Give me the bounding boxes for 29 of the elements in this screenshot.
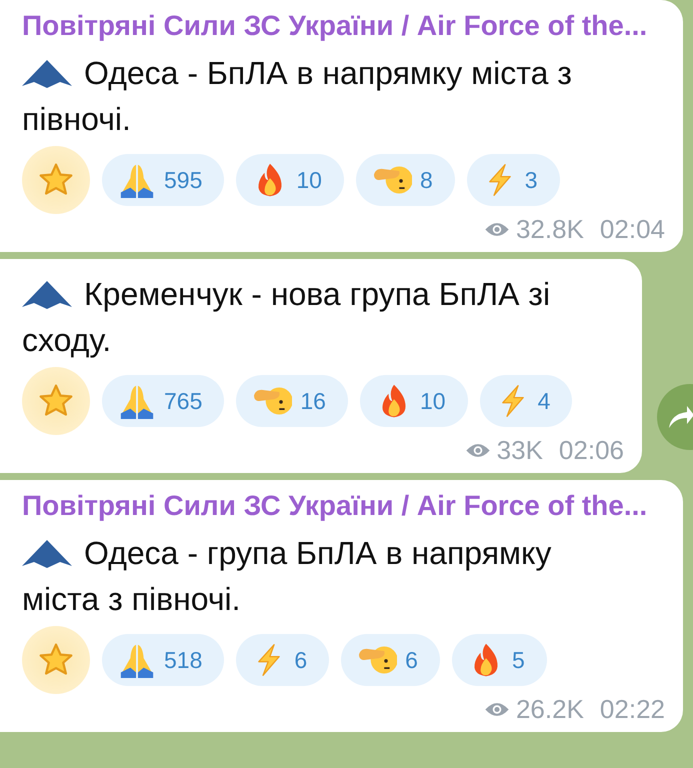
drone-icon xyxy=(22,60,72,88)
eye-icon xyxy=(464,442,491,458)
reaction-button[interactable]: 6 xyxy=(341,634,440,686)
message-text: Одеса - група БпЛА в напрямку міста з півночі. xyxy=(22,534,552,619)
message-text: Кременчук - нова група БпЛА зі сходу. xyxy=(22,275,552,360)
sender-name[interactable]: Повітряні Сили ЗС України / Air Force of the... xyxy=(22,8,665,44)
reaction-button[interactable]: 765 xyxy=(102,375,224,427)
reaction-button[interactable]: 4 xyxy=(480,375,572,427)
drone-icon xyxy=(22,281,72,309)
message-time: 02:22 xyxy=(600,694,665,724)
reaction-button[interactable]: 3 xyxy=(466,154,560,206)
reaction-button[interactable]: 595 xyxy=(102,154,224,206)
view-count: 26.2K xyxy=(516,694,584,724)
reaction-button[interactable]: 518 xyxy=(102,634,224,686)
message-time: 02:06 xyxy=(558,435,624,465)
message-time: 02:04 xyxy=(600,214,665,244)
sender-name[interactable]: Повітряні Сили ЗС України / Air Force of the... xyxy=(22,488,665,524)
reaction-button[interactable]: 5 xyxy=(452,634,547,686)
reaction-button[interactable]: 8 xyxy=(356,154,455,206)
reaction-button[interactable]: 16 xyxy=(236,375,348,427)
reaction-button[interactable]: 6 xyxy=(236,634,330,686)
reaction-button[interactable]: 10 xyxy=(236,154,344,206)
message-text: Одеса - БпЛА в напрямку міста з півночі. xyxy=(22,54,573,139)
view-count: 33K xyxy=(496,435,543,465)
view-count: 32.8K xyxy=(516,214,584,244)
drone-icon xyxy=(22,540,72,568)
eye-icon xyxy=(484,220,510,238)
reaction-button[interactable]: 10 xyxy=(360,375,468,427)
eye-icon xyxy=(484,700,510,718)
